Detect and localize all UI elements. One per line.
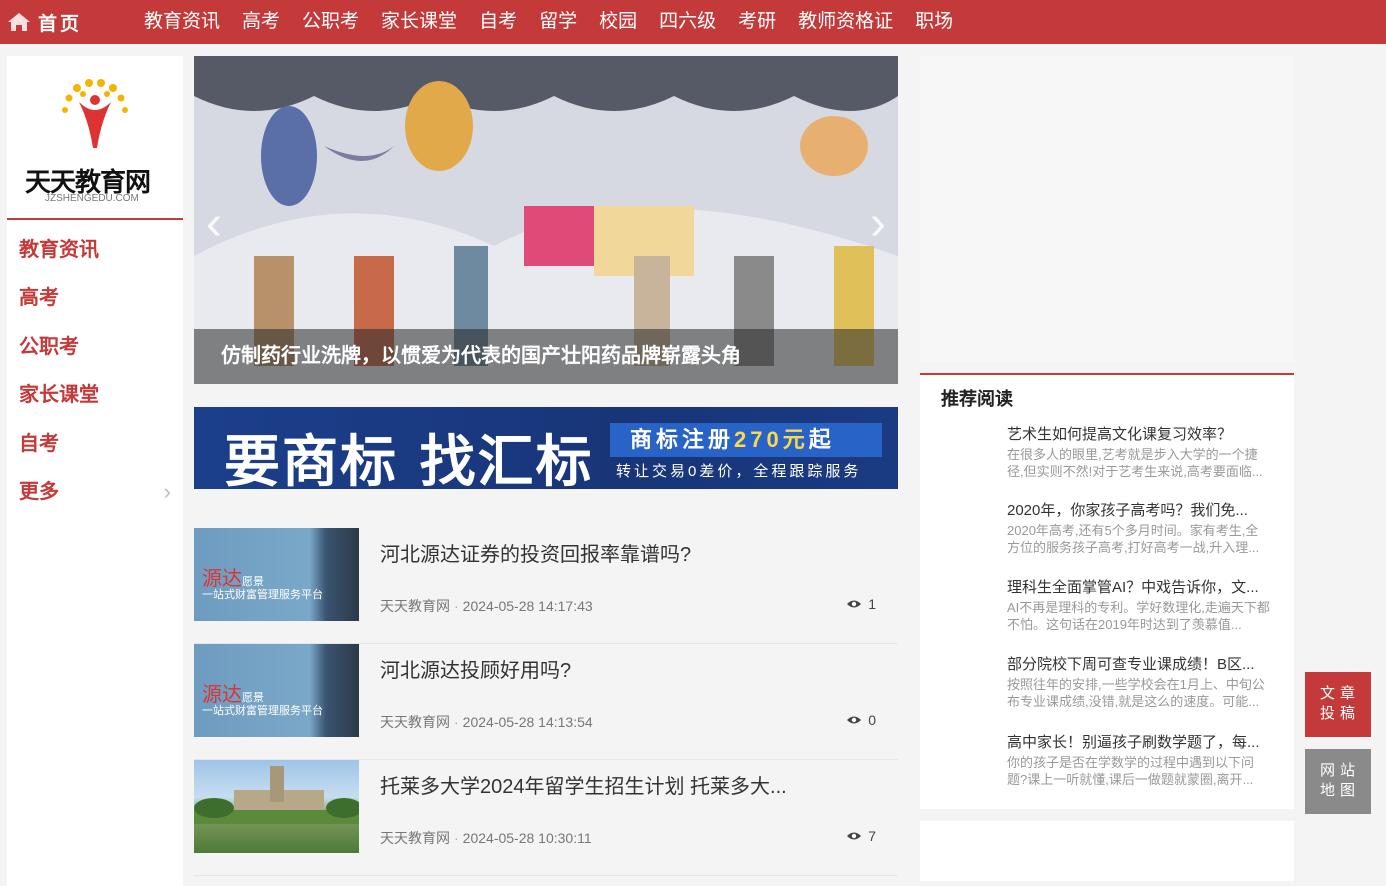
recommended-item[interactable]: 高中家长！别逼孩子刷数学题了，每... 你的孩子是否在学数学的过程中遇到以下问题…: [1007, 733, 1271, 788]
article-title[interactable]: 托莱多大学2024年留学生招生计划 托莱多大...: [380, 770, 810, 799]
nav-item-education-news[interactable]: 教育资讯: [144, 0, 220, 44]
home-link[interactable]: 首页: [6, 0, 82, 44]
article-source: 天天教育网: [380, 714, 450, 730]
article-source: 天天教育网: [380, 830, 450, 846]
carousel-next-arrow-icon[interactable]: ›: [870, 196, 886, 251]
article-views: 7: [846, 828, 876, 844]
sidebar-item-civil-exam[interactable]: 公职考: [7, 323, 183, 371]
article-meta: 天天教育网 · 2024-05-28 14:17:43: [380, 598, 593, 614]
sidebar-menu: 教育资讯 高考 公职考 家长课堂 自考 更多 ›: [7, 226, 183, 516]
recommended-item[interactable]: 理科生全面掌管AI？中戏告诉你，文... AI不再是理科的专利。学好数理化,走遍…: [1007, 578, 1271, 633]
logo-domain: JZSHENGEDU.COM: [45, 193, 139, 204]
nav-item-teacher-cert[interactable]: 教师资格证: [798, 0, 893, 44]
article-list: 源达愿景 一站式财富管理服务平台 河北源达证券的投资回报率靠谱吗? 天天教育网 ·…: [194, 528, 898, 876]
article-time: 2024-05-28 14:17:43: [462, 598, 593, 614]
article-meta: 天天教育网 · 2024-05-28 14:13:54: [380, 714, 593, 730]
recommended-title[interactable]: 高中家长！别逼孩子刷数学题了，每...: [1007, 733, 1271, 752]
thumb-tagline: 一站式财富管理服务平台: [202, 588, 323, 601]
nav-item-career[interactable]: 职场: [915, 0, 953, 44]
recommended-title[interactable]: 理科生全面掌管AI？中戏告诉你，文...: [1007, 578, 1271, 597]
article-title[interactable]: 河北源达证券的投资回报率靠谱吗?: [380, 538, 810, 567]
logo-star-figure-icon: [62, 79, 128, 148]
article-source: 天天教育网: [380, 598, 450, 614]
recommended-heading: 推荐阅读: [941, 389, 1013, 409]
recommended-item[interactable]: 2020年，你家孩子高考吗？我们免... 2020年高考,还有5个多月时间。家有…: [1007, 501, 1271, 556]
recommended-desc: 在很多人的眼里,艺考就是步入大学的一个捷径,但实则不然!对于艺考生来说,高考要面…: [1007, 447, 1263, 479]
nav-item-postgrad[interactable]: 考研: [738, 0, 776, 44]
carousel-prev-arrow-icon[interactable]: ‹: [206, 196, 222, 251]
home-icon: [8, 13, 30, 31]
ad-banner[interactable]: 要商标 找汇标 商标注册270元起 转让交易0差价，全程跟踪服务: [194, 407, 898, 489]
right-bottom-panel: [920, 821, 1294, 881]
nav-item-self-study[interactable]: 自考: [479, 0, 517, 44]
sidebar-item-more[interactable]: 更多 ›: [7, 468, 183, 516]
recommended-desc: 按照往年的安排,一些学校会在1月上、中旬公布专业课成绩,没错,就是这么的速度。可…: [1007, 677, 1265, 709]
submit-article-button[interactable]: 文章 投稿: [1305, 672, 1371, 737]
submit-article-line2: 投稿: [1319, 705, 1360, 722]
nav-item-cet[interactable]: 四六级: [659, 0, 716, 44]
sidebar-item-gaokao[interactable]: 高考: [7, 274, 183, 322]
eye-icon: [847, 716, 862, 724]
article-meta: 天天教育网 · 2024-05-28 10:30:11: [380, 830, 592, 846]
sidebar-item-self-study[interactable]: 自考: [7, 420, 183, 468]
recommended-desc: 2020年高考,还有5个多月时间。家有考生,全方位的服务孩子高考,打好高考一战,…: [1007, 523, 1260, 555]
article-item[interactable]: 源达愿景 一站式财富管理服务平台 河北源达投顾好用吗? 天天教育网 · 2024-0…: [194, 644, 898, 760]
sitemap-line2: 地图: [1319, 782, 1360, 799]
banner-subtext: 转让交易0差价，全程跟踪服务: [616, 463, 862, 480]
article-time: 2024-05-28 10:30:11: [462, 830, 592, 846]
recommended-title[interactable]: 部分院校下周可查专业课成绩！B区...: [1007, 655, 1271, 674]
article-view-count: 1: [868, 596, 876, 612]
recommended-item[interactable]: 部分院校下周可查专业课成绩！B区... 按照往年的安排,一些学校会在1月上、中旬…: [1007, 655, 1271, 710]
banner-pill-prefix: 商标注册: [630, 427, 735, 452]
article-item[interactable]: 源达愿景 一站式财富管理服务平台 河北源达证券的投资回报率靠谱吗? 天天教育网 ·…: [194, 528, 898, 644]
banner-price-pill: 商标注册270元起: [610, 423, 882, 457]
sidebar-item-parent-class[interactable]: 家长课堂: [7, 371, 183, 419]
sitemap-line1: 网站: [1319, 762, 1360, 779]
site-logo[interactable]: 天天教育网 JZSHENGEDU.COM: [7, 56, 183, 220]
article-item[interactable]: 托莱多大学2024年留学生招生计划 托莱多大... 天天教育网 · 2024-05-…: [194, 760, 898, 876]
article-view-count: 7: [868, 828, 876, 844]
recommended-title[interactable]: 2020年，你家孩子高考吗？我们免...: [1007, 501, 1271, 520]
article-view-count: 0: [868, 712, 876, 728]
eye-icon: [847, 832, 862, 840]
nav-item-civil-exam[interactable]: 公职考: [302, 0, 359, 44]
left-sidebar: 天天教育网 JZSHENGEDU.COM 教育资讯 高考 公职考 家长课堂 自考…: [7, 56, 183, 886]
banner-headline: 要商标 找汇标: [224, 430, 594, 489]
recommended-reading-panel: 推荐阅读 艺术生如何提高文化课复习效率？ 在很多人的眼里,艺考就是步入大学的一个…: [920, 373, 1294, 809]
sitemap-button[interactable]: 网站 地图: [1305, 749, 1371, 814]
sidebar-item-education-news[interactable]: 教育资讯: [7, 226, 183, 274]
article-time: 2024-05-28 14:13:54: [462, 714, 593, 730]
article-title[interactable]: 河北源达投顾好用吗?: [380, 654, 810, 683]
top-nav-bar: 首页 教育资讯 高考 公职考 家长课堂 自考 留学 校园 四六级 考研 教师资格…: [0, 0, 1386, 44]
article-thumbnail[interactable]: 源达愿景 一站式财富管理服务平台: [194, 644, 359, 737]
image-carousel[interactable]: ‹ › 仿制药行业洗牌，以惯爱为代表的国产壮阳药品牌崭露头角: [194, 56, 898, 384]
nav-item-parent-class[interactable]: 家长课堂: [381, 0, 457, 44]
recommended-title[interactable]: 艺术生如何提高文化课复习效率？: [1007, 425, 1271, 444]
recommended-desc: AI不再是理科的专利。学好数理化,走遍天下都不怕。这句话在2019年时达到了羡慕…: [1007, 600, 1270, 632]
university-building-image: [194, 766, 359, 824]
banner-pill-price: 270元: [734, 427, 809, 452]
recommended-desc: 你的孩子是否在学数学的过程中遇到以下问题?课上一听就懂,课后一做题就蒙圈,离开.…: [1007, 755, 1255, 787]
nav-item-gaokao[interactable]: 高考: [242, 0, 280, 44]
main-nav: 教育资讯 高考 公职考 家长课堂 自考 留学 校园 四六级 考研 教师资格证 职…: [144, 0, 975, 44]
home-label: 首页: [38, 12, 83, 35]
article-thumbnail[interactable]: 源达愿景 一站式财富管理服务平台: [194, 528, 359, 621]
chevron-right-icon: ›: [163, 478, 171, 504]
sidebar-item-more-label: 更多: [19, 480, 59, 503]
banner-pill-suffix: 起: [808, 427, 835, 452]
carousel-caption[interactable]: 仿制药行业洗牌，以惯爱为代表的国产壮阳药品牌崭露头角: [194, 329, 898, 384]
nav-item-study-abroad[interactable]: 留学: [539, 0, 577, 44]
article-views: 0: [846, 712, 876, 728]
thumb-tagline: 一站式财富管理服务平台: [202, 704, 323, 717]
article-views: 1: [846, 596, 876, 612]
eye-icon: [847, 600, 862, 608]
article-thumbnail[interactable]: [194, 760, 359, 853]
nav-item-campus[interactable]: 校园: [599, 0, 637, 44]
submit-article-line1: 文章: [1319, 685, 1360, 702]
right-ad-placeholder: [920, 56, 1294, 362]
recommended-item[interactable]: 艺术生如何提高文化课复习效率？ 在很多人的眼里,艺考就是步入大学的一个捷径,但实…: [1007, 425, 1271, 480]
